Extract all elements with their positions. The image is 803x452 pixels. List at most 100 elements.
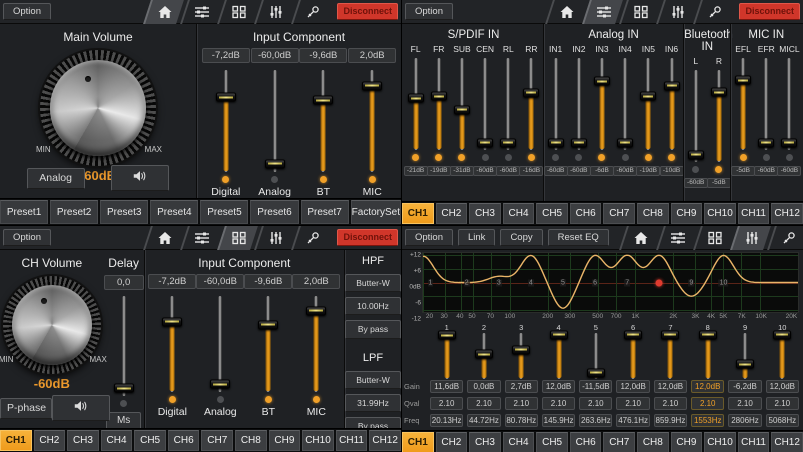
slider-handle[interactable] <box>550 330 568 339</box>
channel-gain-value[interactable]: -60dB <box>777 166 801 176</box>
channel-tab-ch12[interactable]: CH12 <box>771 432 803 452</box>
channel-tab-ch1[interactable]: CH1 <box>402 203 434 224</box>
speaker-mute-button[interactable] <box>52 395 110 421</box>
disconnect-button[interactable]: Disconnect <box>337 229 398 246</box>
analog-source-button[interactable]: Analog <box>27 168 85 189</box>
eq-freq-value[interactable]: 145.9Hz <box>542 414 575 427</box>
volume-slider[interactable] <box>593 58 611 150</box>
volume-slider[interactable] <box>616 58 634 150</box>
volume-slider[interactable] <box>570 58 588 150</box>
eq-band-marker-5[interactable]: 5 <box>560 279 566 286</box>
nav-tab-setup-key[interactable] <box>694 0 735 24</box>
slider-handle[interactable] <box>258 320 278 329</box>
hpf-bypass-button[interactable]: By pass <box>345 320 401 338</box>
channel-tab-ch5[interactable]: CH5 <box>536 432 568 452</box>
channel-tab-ch3[interactable]: CH3 <box>469 203 501 224</box>
eq-qval-value[interactable]: 2.10 <box>766 397 799 410</box>
channel-gain-value[interactable]: -21dB <box>404 166 428 176</box>
volume-slider[interactable] <box>639 58 657 150</box>
main-volume-knob[interactable]: MIN MAX <box>40 50 156 166</box>
eq-freq-value[interactable]: 44.72Hz <box>467 414 500 427</box>
channel-gain-value[interactable]: -5dB <box>731 166 755 176</box>
volume-slider[interactable] <box>361 70 383 172</box>
slider-handle[interactable] <box>408 94 424 103</box>
channel-gain-value[interactable]: -60,0dB <box>196 274 244 289</box>
channel-tab-ch8[interactable]: CH8 <box>637 432 669 452</box>
link-button[interactable]: Link <box>458 229 495 246</box>
volume-slider[interactable] <box>305 296 327 392</box>
nav-tab-home[interactable] <box>144 226 185 250</box>
channel-tab-ch3[interactable]: CH3 <box>67 430 99 451</box>
channel-gain-value[interactable]: -5dB <box>707 178 731 188</box>
channel-tab-ch5[interactable]: CH5 <box>536 203 568 224</box>
slider-handle[interactable] <box>313 96 333 105</box>
channel-gain-value[interactable]: -60dB <box>473 166 497 176</box>
slider-handle[interactable] <box>454 105 470 114</box>
eq-qval-value[interactable]: 2.10 <box>542 397 575 410</box>
channel-tab-ch10[interactable]: CH10 <box>704 432 736 452</box>
eq-band-slider[interactable] <box>549 333 569 379</box>
channel-tab-ch11[interactable]: CH11 <box>738 432 770 452</box>
eq-band-slider[interactable] <box>437 333 457 379</box>
channel-tab-ch10[interactable]: CH10 <box>704 203 736 224</box>
channel-tab-ch9[interactable]: CH9 <box>269 430 301 451</box>
slider-handle[interactable] <box>548 138 564 147</box>
slider-handle[interactable] <box>438 331 456 340</box>
eq-band-slider[interactable] <box>660 333 680 379</box>
channel-gain-value[interactable]: -60dB <box>567 166 591 176</box>
eq-band-marker-4[interactable]: 4 <box>528 279 534 286</box>
eq-band-slider[interactable] <box>698 333 718 379</box>
eq-band-slider[interactable] <box>586 333 606 379</box>
nav-tab-home[interactable] <box>546 0 587 24</box>
slider-handle[interactable] <box>210 380 230 389</box>
slider-handle[interactable] <box>661 330 679 339</box>
option-button[interactable]: Option <box>3 229 51 246</box>
speaker-mute-button[interactable] <box>111 165 169 191</box>
channel-tab-ch7[interactable]: CH7 <box>201 430 233 451</box>
eq-gain-value[interactable]: 2,7dB <box>505 380 538 393</box>
slider-handle[interactable] <box>362 81 382 90</box>
eq-gain-value[interactable]: -11,5dB <box>579 380 612 393</box>
delay-slider[interactable] <box>113 296 135 396</box>
volume-slider[interactable] <box>453 58 471 150</box>
preset-button-preset1[interactable]: Preset1 <box>0 200 48 224</box>
hpf-freq-button[interactable]: 10.00Hz <box>345 297 401 315</box>
eq-qval-value[interactable]: 2.10 <box>728 397 761 410</box>
volume-slider[interactable] <box>710 70 728 162</box>
slider-handle[interactable] <box>664 81 680 90</box>
eq-freq-value[interactable]: 80.78Hz <box>505 414 538 427</box>
slider-handle[interactable] <box>758 138 774 147</box>
channel-tab-ch11[interactable]: CH11 <box>336 430 368 451</box>
channel-tab-ch2[interactable]: CH2 <box>34 430 66 451</box>
channel-gain-value[interactable]: -9,6dB <box>299 48 347 63</box>
disconnect-button[interactable]: Disconnect <box>337 3 398 20</box>
nav-tab-home[interactable] <box>619 226 660 250</box>
volume-slider[interactable] <box>407 58 425 150</box>
volume-slider[interactable] <box>215 70 237 172</box>
nav-tab-setup-key[interactable] <box>767 226 803 250</box>
nav-tab-channel-mixer[interactable] <box>583 0 624 24</box>
eq-freq-value[interactable]: 1553Hz <box>691 414 724 427</box>
channel-gain-value[interactable]: -60dB <box>613 166 637 176</box>
volume-slider[interactable] <box>161 296 183 392</box>
ch-volume-knob[interactable]: MIN MAX <box>3 276 101 374</box>
reset-eq-button[interactable]: Reset EQ <box>548 229 609 246</box>
channel-tab-ch2[interactable]: CH2 <box>436 203 468 224</box>
channel-tab-ch4[interactable]: CH4 <box>503 203 535 224</box>
eq-band-marker-1[interactable]: 1 <box>428 279 434 286</box>
eq-gain-value[interactable]: 12,0dB <box>654 380 687 393</box>
channel-tab-ch1[interactable]: CH1 <box>0 430 32 451</box>
eq-qval-value[interactable]: 2.10 <box>430 397 463 410</box>
eq-qval-value[interactable]: 2.10 <box>691 397 724 410</box>
eq-freq-value[interactable]: 20.13Hz <box>430 414 463 427</box>
channel-gain-value[interactable]: -19dB <box>636 166 660 176</box>
volume-slider[interactable] <box>734 58 752 150</box>
eq-freq-value[interactable]: 5068Hz <box>766 414 799 427</box>
slider-handle[interactable] <box>711 88 727 97</box>
nav-tab-home[interactable] <box>144 0 185 24</box>
nav-tab-channel-mixer[interactable] <box>181 0 222 24</box>
channel-tab-ch9[interactable]: CH9 <box>671 203 703 224</box>
nav-tab-matrix-grid[interactable] <box>218 226 259 250</box>
channel-tab-ch7[interactable]: CH7 <box>603 432 635 452</box>
eq-band-marker-3[interactable]: 3 <box>496 279 502 286</box>
